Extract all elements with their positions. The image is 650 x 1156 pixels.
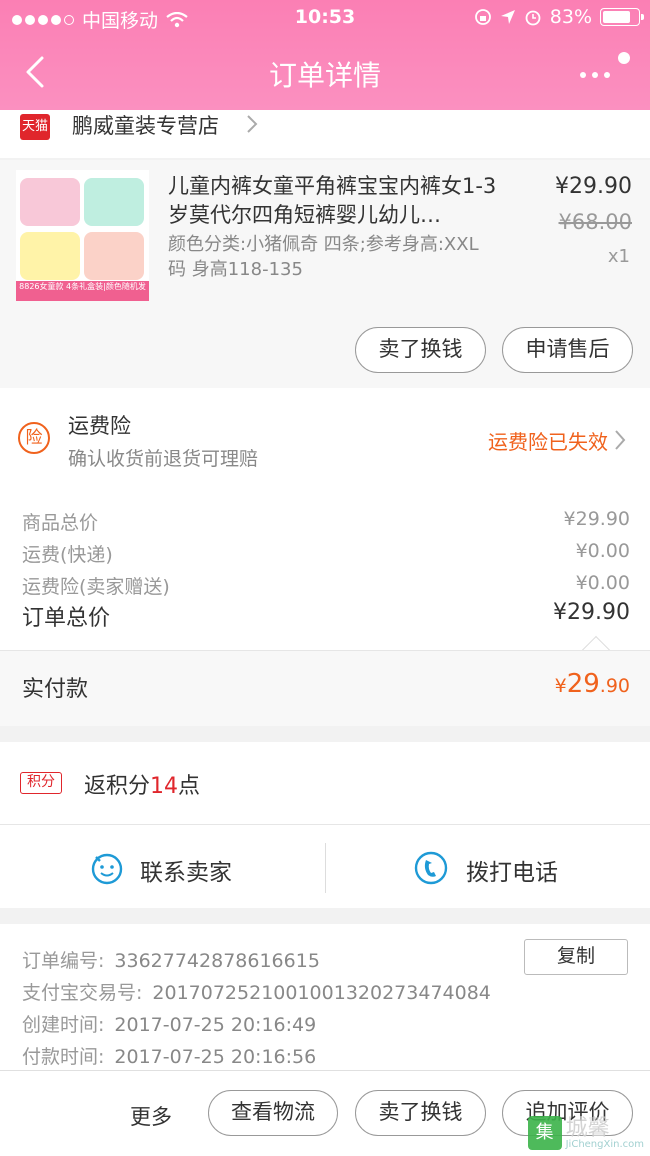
paid-amount-row: 实付款 ¥29.90 — [0, 650, 650, 726]
order-info: 订单编号: 33627742878616615 支付宝交易号: 2017072521… — [0, 924, 650, 1070]
more-link[interactable]: 更多 — [130, 1101, 172, 1131]
order-total-row: 订单总价 ¥29.90 — [22, 600, 630, 632]
watermark-en: JiChengXin.com — [565, 1139, 644, 1150]
paid-time-row: 付款时间: 2017-07-25 20:16:56 — [22, 1046, 317, 1068]
store-name: 鹏威童装专营店 — [72, 114, 219, 138]
alipay-number-row: 支付宝交易号: 2017072521001001320273474084 — [22, 982, 491, 1004]
tmall-badge: 天猫 — [20, 114, 50, 140]
points-count: 14 — [150, 774, 179, 799]
status-bar: 中国移动 10:53 83% — [0, 0, 650, 36]
chevron-right-icon — [247, 115, 258, 133]
product-original-price: ¥68.00 — [558, 210, 632, 234]
notification-dot — [618, 52, 630, 64]
watermark: 集 城馨 JiChengXin.com — [527, 1116, 644, 1150]
points-row: 积分 返积分14点 — [0, 742, 650, 824]
summary-row-goods: 商品总价 ¥29.90 — [22, 508, 630, 538]
contact-row: 联系卖家 拨打电话 — [0, 824, 650, 908]
more-menu-button[interactable] — [576, 52, 636, 92]
watermark-logo: 集 — [527, 1116, 562, 1150]
summary-row-shipping: 运费(快递) ¥0.00 — [22, 540, 630, 570]
location-icon — [500, 10, 515, 24]
store-row[interactable]: 天猫 鹏威童装专营店 — [0, 110, 650, 158]
contact-seller-label: 联系卖家 — [140, 860, 232, 886]
insurance-subtitle: 确认收货前退货可理赔 — [68, 448, 259, 470]
insurance-status: 运费险已失效 — [488, 430, 608, 454]
order-total-label: 订单总价 — [22, 606, 111, 631]
paid-time: 2017-07-25 20:16:56 — [114, 1046, 317, 1068]
created-time-row: 创建时间: 2017-07-25 20:16:49 — [22, 1014, 317, 1036]
nav-bar: 订单详情 — [0, 36, 650, 110]
bottom-action-bar: 更多 查看物流 卖了换钱 追加评价 集 城馨 JiChengXin.com — [0, 1070, 650, 1156]
chevron-right-icon — [615, 430, 626, 450]
view-logistics-button[interactable]: 查看物流 — [208, 1090, 338, 1136]
battery-icon — [600, 8, 644, 26]
summary-value: ¥0.00 — [575, 572, 630, 594]
resell-button-bottom[interactable]: 卖了换钱 — [355, 1090, 486, 1136]
after-sale-button[interactable]: 申请售后 — [502, 327, 633, 373]
call-phone-button[interactable]: 拨打电话 — [326, 825, 650, 909]
product-spec: 颜色分类:小猪佩奇 四条;参考身高:XXL码 身高118-135 — [168, 234, 479, 280]
summary-label: 运费险(卖家赠送) — [22, 576, 170, 598]
product-title[interactable]: 儿童内裤女童平角裤宝宝内裤女1-3岁莫代尔四角短裤婴儿幼儿… — [168, 172, 508, 230]
price-summary: 商品总价 ¥29.90 运费(快递) ¥0.00 运费险(卖家赠送) ¥0.00… — [0, 480, 650, 665]
paid-label: 实付款 — [22, 677, 89, 702]
product-card[interactable]: 8826女童款 4条礼盒装|颜色随机发 儿童内裤女童平角裤宝宝内裤女1-3岁莫代… — [0, 160, 650, 388]
copy-button[interactable]: 复制 — [524, 939, 628, 975]
call-phone-label: 拨打电话 — [466, 860, 558, 886]
product-thumbnail[interactable]: 8826女童款 4条礼盒装|颜色随机发 — [16, 170, 149, 301]
summary-label: 运费(快递) — [22, 544, 113, 566]
watermark-cn: 城馨 — [565, 1116, 610, 1141]
contact-seller-button[interactable]: 联系卖家 — [0, 825, 325, 909]
thumbnail-banner: 8826女童款 4条礼盒装|颜色随机发 — [16, 281, 149, 301]
summary-row-insurance: 运费险(卖家赠送) ¥0.00 — [22, 572, 630, 602]
alarm-icon — [525, 10, 541, 26]
summary-value: ¥0.00 — [575, 540, 630, 562]
summary-value: ¥29.90 — [563, 508, 630, 530]
chat-icon — [91, 853, 123, 885]
more-dots-icon — [580, 72, 610, 78]
insurance-icon: 险 — [18, 422, 50, 454]
rotation-lock-icon — [474, 9, 491, 25]
points-text: 返积分14点 — [84, 774, 201, 799]
battery-percent: 83% — [549, 6, 592, 28]
insurance-title: 运费险 — [68, 414, 131, 438]
created-time: 2017-07-25 20:16:49 — [114, 1014, 317, 1036]
product-price: ¥29.90 — [555, 174, 632, 199]
phone-icon — [414, 851, 448, 885]
alipay-number: 2017072521001001320273474084 — [152, 982, 491, 1004]
order-total-value: ¥29.90 — [553, 600, 630, 625]
paid-amount: ¥29.90 — [554, 669, 630, 699]
page-title: 订单详情 — [268, 59, 381, 92]
order-number-row: 订单编号: 33627742878616615 — [22, 950, 320, 972]
order-number: 33627742878616615 — [114, 950, 320, 972]
app-header: 中国移动 10:53 83% 订单详情 — [0, 0, 650, 110]
summary-label: 商品总价 — [22, 512, 99, 534]
product-quantity: x1 — [607, 246, 630, 267]
points-badge: 积分 — [20, 772, 62, 794]
resell-button[interactable]: 卖了换钱 — [355, 327, 486, 373]
shipping-insurance-row[interactable]: 险 运费险 确认收货前退货可理赔 运费险已失效 — [0, 388, 650, 480]
